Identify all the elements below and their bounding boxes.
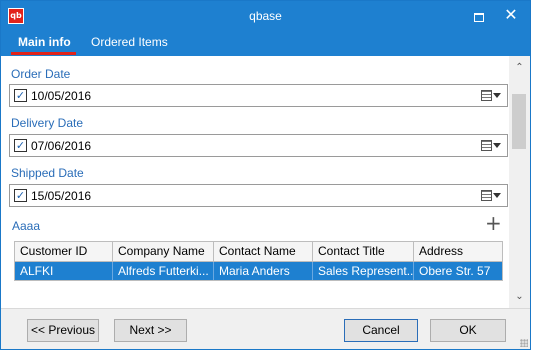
cell-address[interactable]: Obere Str. 57 — [414, 262, 502, 280]
cell-contact-title[interactable]: Sales Represent... — [313, 262, 414, 280]
table-row[interactable]: ALFKI Alfreds Futterki... Maria Anders S… — [15, 262, 502, 280]
shipped-date-calendar-button[interactable] — [481, 189, 501, 203]
tab-ordered-items[interactable]: Ordered Items — [91, 35, 168, 49]
scroll-down-icon[interactable]: ⌄ — [514, 291, 525, 302]
plus-icon: + — [485, 211, 502, 235]
active-tab-indicator — [11, 52, 76, 55]
section-label-aaaa: Aaaa — [12, 219, 41, 233]
tab-main-info[interactable]: Main info — [18, 35, 71, 49]
delivery-date-checkbox[interactable]: ✓ — [14, 139, 27, 152]
cell-company-name[interactable]: Alfreds Futterki... — [113, 262, 214, 280]
dialog-footer: << Previous Next >> Cancel OK — [1, 308, 530, 349]
maximize-button[interactable] — [464, 1, 494, 31]
title-bar[interactable]: qb qbase ✕ — [1, 1, 530, 31]
column-header-contact-title[interactable]: Contact Title — [313, 242, 414, 262]
scroll-up-icon[interactable]: ⌃ — [514, 62, 525, 73]
customer-grid: Customer ID Company Name Contact Name Co… — [14, 241, 503, 281]
ok-button[interactable]: OK — [430, 319, 506, 342]
tab-bar: Main info Ordered Items — [1, 31, 530, 56]
order-date-picker[interactable]: ✓ 10/05/2016 — [9, 84, 508, 107]
delivery-date-label: Delivery Date — [11, 116, 84, 130]
shipped-date-checkbox[interactable]: ✓ — [14, 189, 27, 202]
checkmark-icon: ✓ — [15, 189, 26, 202]
grid-header-row: Customer ID Company Name Contact Name Co… — [15, 242, 502, 262]
checkmark-icon: ✓ — [15, 89, 26, 102]
order-date-value[interactable]: 10/05/2016 — [31, 89, 91, 103]
calendar-icon — [481, 140, 492, 151]
add-row-button[interactable]: + — [485, 211, 502, 235]
order-date-checkbox[interactable]: ✓ — [14, 89, 27, 102]
order-date-calendar-button[interactable] — [481, 89, 501, 103]
column-header-company-name[interactable]: Company Name — [113, 242, 214, 262]
vertical-scrollbar[interactable]: ⌃ ⌄ — [509, 56, 530, 308]
delivery-date-value[interactable]: 07/06/2016 — [31, 139, 91, 153]
previous-button[interactable]: << Previous — [27, 319, 99, 342]
maximize-icon — [474, 12, 484, 22]
order-date-label: Order Date — [11, 67, 71, 81]
checkmark-icon: ✓ — [15, 139, 26, 152]
shipped-date-picker[interactable]: ✓ 15/05/2016 — [9, 184, 508, 207]
next-button[interactable]: Next >> — [114, 319, 187, 342]
dropdown-arrow-icon — [493, 93, 501, 98]
dialog-window: qb qbase ✕ Main info Ordered Items Order… — [0, 0, 531, 350]
cell-customer-id[interactable]: ALFKI — [15, 262, 113, 280]
cancel-button[interactable]: Cancel — [344, 319, 418, 342]
shipped-date-value[interactable]: 15/05/2016 — [31, 189, 91, 203]
shipped-date-label: Shipped Date — [11, 166, 84, 180]
window-title: qbase — [249, 9, 282, 23]
delivery-date-picker[interactable]: ✓ 07/06/2016 — [9, 134, 508, 157]
close-button[interactable]: ✕ — [496, 1, 526, 31]
cell-contact-name[interactable]: Maria Anders — [214, 262, 313, 280]
scrollbar-thumb[interactable] — [512, 94, 526, 149]
column-header-contact-name[interactable]: Contact Name — [214, 242, 313, 262]
delivery-date-calendar-button[interactable] — [481, 139, 501, 153]
calendar-icon — [481, 190, 492, 201]
calendar-icon — [481, 90, 492, 101]
dropdown-arrow-icon — [493, 193, 501, 198]
column-header-customer-id[interactable]: Customer ID — [15, 242, 113, 262]
close-icon: ✕ — [504, 7, 518, 24]
dropdown-arrow-icon — [493, 143, 501, 148]
resize-grip-icon[interactable] — [520, 339, 528, 347]
column-header-address[interactable]: Address — [414, 242, 502, 262]
main-info-panel: Order Date ✓ 10/05/2016 Delivery Date ✓ … — [1, 56, 509, 308]
